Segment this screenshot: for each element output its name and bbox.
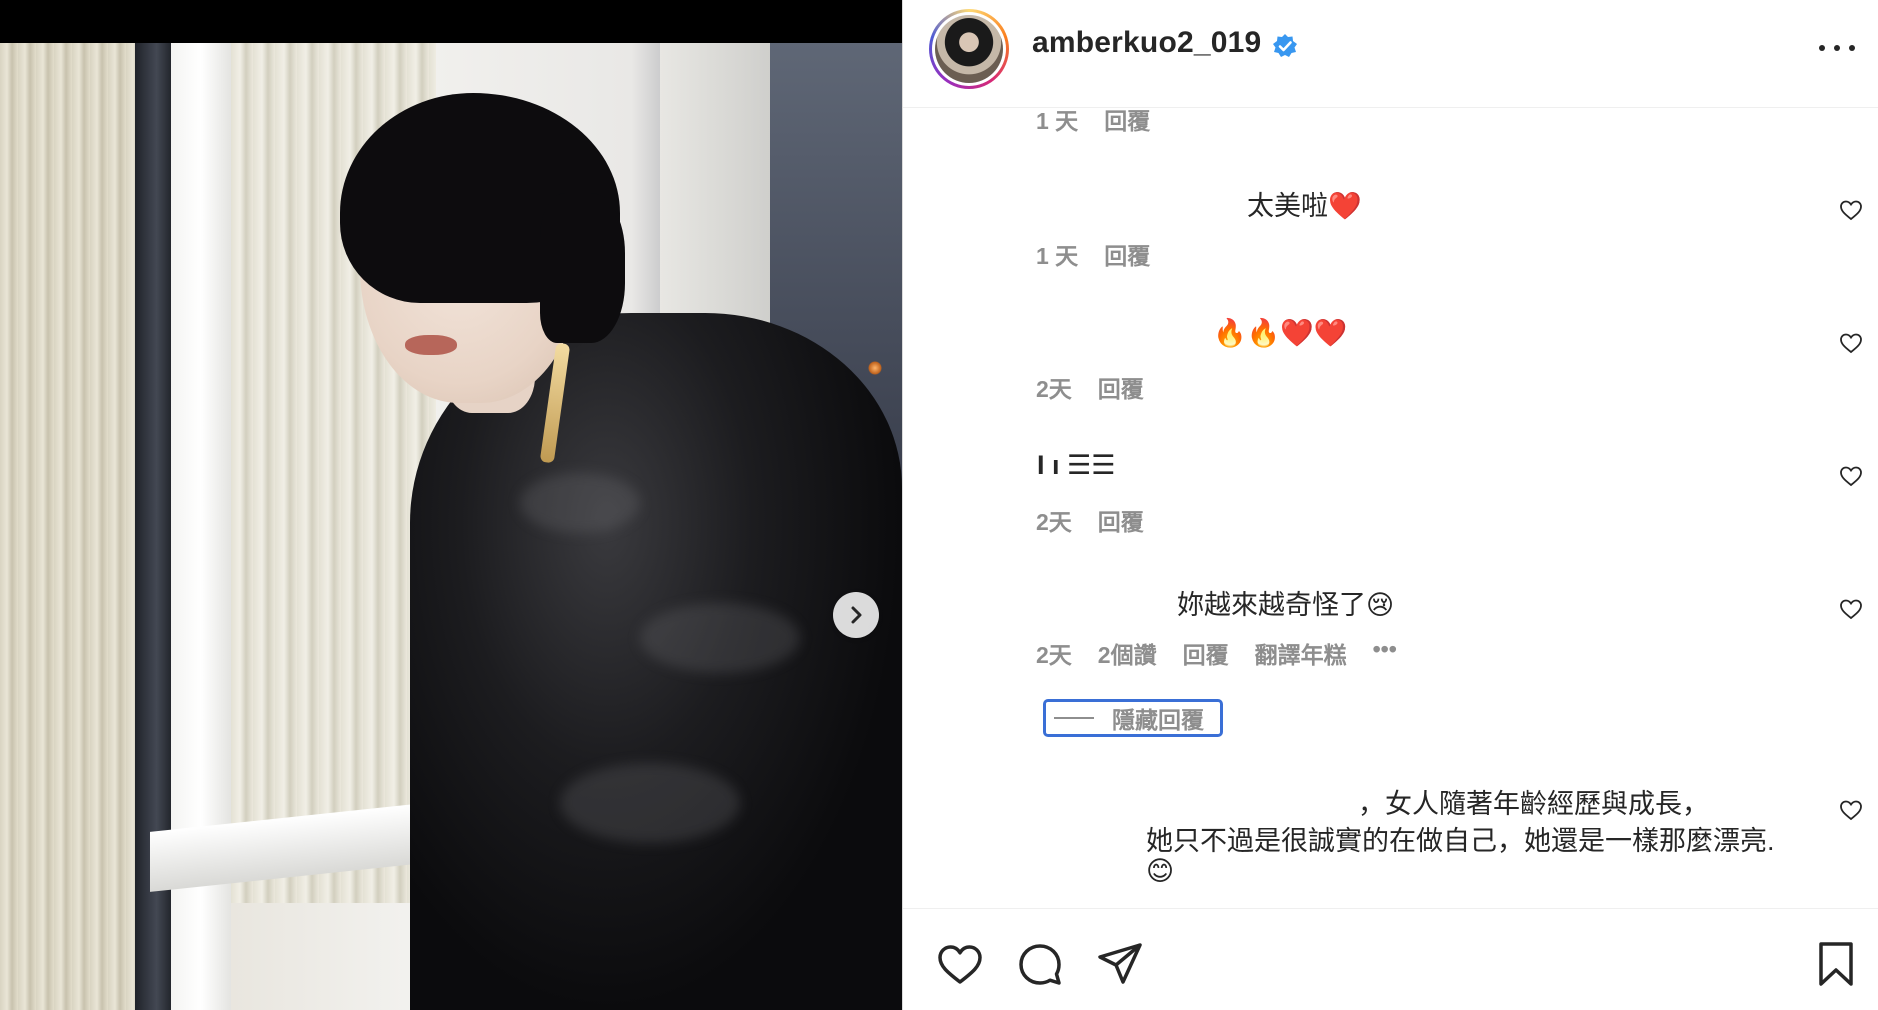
comment-list: 1 天 回覆 太美啦❤️ 1 天 回覆 🔥🔥❤️❤️ 2天 回覆 I ı ☰☰ … bbox=[903, 108, 1878, 908]
comments-panel: amberkuo2_019 1 天 回覆 太美啦❤️ 1 天 回覆 🔥🔥❤️❤️… bbox=[902, 0, 1878, 1010]
jacket-fold bbox=[520, 473, 640, 533]
heart-icon[interactable] bbox=[1839, 464, 1863, 488]
lips bbox=[405, 335, 457, 355]
comment-meta: 2天 回覆 bbox=[1036, 503, 1144, 537]
reply-button[interactable]: 回覆 bbox=[1183, 636, 1229, 670]
post-header: amberkuo2_019 bbox=[903, 0, 1878, 108]
comment-time: 2天 bbox=[1036, 509, 1072, 535]
avatar[interactable] bbox=[929, 9, 1009, 89]
comment-meta: 1 天 回覆 bbox=[1036, 237, 1150, 271]
post-photo bbox=[0, 43, 902, 1010]
heart-icon[interactable] bbox=[1839, 798, 1863, 822]
comment-meta: 2天 回覆 bbox=[1036, 370, 1144, 404]
comment-text-line: ，女人隨著年齡經歷與成長， bbox=[1358, 789, 1709, 819]
comment-time: 2天 bbox=[1036, 376, 1072, 402]
comment-time: 1 天 bbox=[1036, 243, 1079, 269]
hide-replies-label: 隱藏回覆 bbox=[1112, 707, 1204, 733]
comment-text: I ı ☰☰ bbox=[1037, 450, 1116, 480]
leather-jacket bbox=[410, 313, 902, 1010]
chevron-right-icon bbox=[851, 606, 862, 624]
heart-icon[interactable] bbox=[1839, 597, 1863, 621]
bookmark-icon[interactable] bbox=[1811, 939, 1861, 989]
hide-replies-button[interactable]: 隱藏回覆 bbox=[1043, 699, 1223, 737]
likes-count[interactable]: 2個讚 bbox=[1098, 636, 1157, 670]
username[interactable]: amberkuo2_019 bbox=[1032, 26, 1261, 60]
replies-divider bbox=[1054, 717, 1094, 719]
jacket-fold bbox=[560, 763, 740, 843]
comment-text: 太美啦❤️ bbox=[1247, 191, 1362, 222]
translate-button[interactable]: 翻譯年糕 bbox=[1255, 636, 1347, 670]
heart-icon[interactable] bbox=[1839, 198, 1863, 222]
action-bar bbox=[903, 908, 1878, 1010]
comment-text-line: 😊 bbox=[1146, 856, 1175, 887]
comment-more-button[interactable]: ••• bbox=[1373, 636, 1397, 670]
comment-icon[interactable] bbox=[1015, 939, 1065, 989]
more-icon bbox=[1819, 45, 1825, 51]
comment-text: 🔥🔥❤️❤️ bbox=[1213, 318, 1348, 349]
comment-text-line: 她只不過是很誠實的在做自己，她還是一樣那麼漂亮. bbox=[1146, 826, 1775, 856]
share-icon[interactable] bbox=[1095, 939, 1145, 989]
heart-icon[interactable] bbox=[935, 939, 985, 989]
verified-badge-icon bbox=[1273, 34, 1297, 57]
comment-time: 1 天 bbox=[1036, 108, 1079, 134]
reply-button[interactable]: 回覆 bbox=[1098, 370, 1144, 404]
more-options-button[interactable] bbox=[1819, 38, 1855, 58]
reply-button[interactable]: 回覆 bbox=[1104, 108, 1150, 136]
post-media bbox=[0, 0, 902, 1010]
heart-icon[interactable] bbox=[1839, 331, 1863, 355]
comment-meta: 1 天 回覆 bbox=[1036, 108, 1150, 136]
comment-text: 妳越來越奇怪了😢 bbox=[1177, 590, 1395, 621]
next-photo-button[interactable] bbox=[833, 592, 879, 638]
model bbox=[0, 43, 902, 1010]
avatar-image bbox=[935, 15, 1003, 83]
comment-meta: 2天 2個讚 回覆 翻譯年糕 ••• bbox=[1036, 636, 1397, 670]
jacket-fold bbox=[640, 603, 800, 673]
comment-time: 2天 bbox=[1036, 642, 1072, 668]
reply-button[interactable]: 回覆 bbox=[1104, 237, 1150, 271]
reply-button[interactable]: 回覆 bbox=[1098, 503, 1144, 537]
hair-side bbox=[540, 193, 625, 343]
